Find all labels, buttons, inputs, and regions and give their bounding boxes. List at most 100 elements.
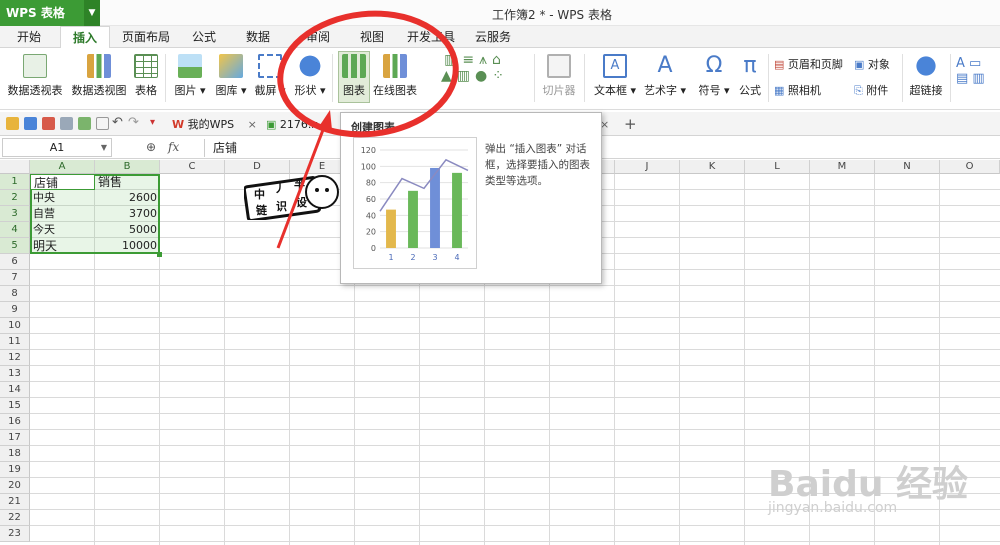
row-header[interactable]: 2: [0, 190, 30, 206]
undo-icon[interactable]: ↶: [112, 116, 125, 130]
column-header[interactable]: J: [615, 160, 680, 174]
column-header[interactable]: B: [95, 160, 160, 174]
column-header[interactable]: M: [810, 160, 875, 174]
row-header[interactable]: 9: [0, 302, 30, 318]
cell-b4[interactable]: 5000: [95, 222, 160, 238]
screenshot-button[interactable]: 截屏 ▾: [252, 52, 288, 98]
customize-arrow-icon[interactable]: ▾: [150, 117, 163, 130]
wordart-button[interactable]: A 艺术字 ▾: [642, 52, 688, 98]
column-header[interactable]: C: [160, 160, 225, 174]
pivot-chart-button[interactable]: 数据透视图: [70, 52, 128, 98]
tab-my-wps[interactable]: W 我的WPS ×: [168, 115, 261, 134]
row-header[interactable]: 7: [0, 270, 30, 286]
row-header[interactable]: 6: [0, 254, 30, 270]
hyperlink-button[interactable]: 超链接: [906, 52, 946, 98]
cell-a5[interactable]: 明天: [30, 238, 95, 254]
fx-icon[interactable]: fx: [168, 140, 179, 154]
camera-button[interactable]: ▦ 照相机: [774, 82, 844, 98]
print-icon[interactable]: [60, 117, 73, 130]
tab-developer[interactable]: 开发工具: [400, 26, 462, 48]
online-chart-label: 在线图表: [373, 84, 417, 97]
sticker-image: 中 丿 半 链 识 设: [244, 175, 339, 220]
row-header[interactable]: 16: [0, 414, 30, 430]
sticker-char: 设: [296, 195, 308, 209]
row-header[interactable]: 23: [0, 526, 30, 542]
row-header[interactable]: 22: [0, 510, 30, 526]
object-button[interactable]: ▣ 对象: [854, 56, 898, 72]
more-insert-tools[interactable]: A ▭ ▤ ▥: [956, 56, 1000, 86]
cell-a2[interactable]: 中央: [30, 190, 95, 206]
zoom-search-icon[interactable]: ⊕: [146, 140, 156, 154]
close-icon[interactable]: ×: [248, 118, 257, 131]
shapes-button[interactable]: 形状 ▾: [292, 52, 328, 98]
chart-type-gallery[interactable]: ▥≡⩚⌂ ▲▥●⁘: [420, 52, 530, 100]
tab-workbook[interactable]: ▣ 2176.x: [262, 115, 322, 134]
chart-type-icons-row1: ▥≡⩚⌂: [444, 52, 506, 68]
cell-a4[interactable]: 今天: [30, 222, 95, 238]
tab-home[interactable]: 开始: [6, 26, 52, 48]
print-preview-icon[interactable]: [78, 117, 91, 130]
table-button[interactable]: 表格: [132, 52, 160, 98]
row-header[interactable]: 19: [0, 462, 30, 478]
formula-button[interactable]: π 公式: [736, 52, 764, 98]
open-folder-icon[interactable]: [6, 117, 19, 130]
row-header[interactable]: 3: [0, 206, 30, 222]
gallery-button[interactable]: 图库 ▾: [212, 52, 250, 98]
row-header[interactable]: 13: [0, 366, 30, 382]
format-painter-icon[interactable]: [96, 117, 109, 130]
header-footer-icon: ▤: [774, 58, 788, 71]
formula-input[interactable]: 店铺: [204, 139, 1000, 157]
object-label: 对象: [867, 58, 890, 71]
row-header[interactable]: 5: [0, 238, 30, 254]
row-header[interactable]: 18: [0, 446, 30, 462]
cell-b5[interactable]: 10000: [95, 238, 160, 254]
row-header[interactable]: 15: [0, 398, 30, 414]
textbox-button[interactable]: A 文本框 ▾: [592, 52, 638, 98]
picture-button[interactable]: 图片 ▾: [172, 52, 208, 98]
table-label: 表格: [135, 84, 157, 97]
column-header[interactable]: K: [680, 160, 745, 174]
tab-review[interactable]: 审阅: [296, 26, 340, 48]
save-icon[interactable]: [24, 117, 37, 130]
chevron-down-icon[interactable]: ▼: [84, 0, 100, 26]
cell-a1[interactable]: 店铺: [30, 174, 95, 190]
row-header[interactable]: 12: [0, 350, 30, 366]
row-header[interactable]: 8: [0, 286, 30, 302]
tab-data[interactable]: 数据: [236, 26, 280, 48]
tab-cloud[interactable]: 云服务: [466, 26, 520, 48]
row-header[interactable]: 4: [0, 222, 30, 238]
header-footer-button[interactable]: ▤ 页眉和页脚: [774, 56, 856, 72]
select-all-corner[interactable]: [0, 160, 30, 174]
chart-button[interactable]: 图表: [338, 51, 370, 103]
name-box[interactable]: A1 ▼: [2, 138, 112, 157]
column-header[interactable]: O: [940, 160, 1000, 174]
attachment-button[interactable]: ⎘ 附件: [854, 82, 898, 98]
row-header[interactable]: 11: [0, 334, 30, 350]
cell-a3[interactable]: 自营: [30, 206, 95, 222]
row-header[interactable]: 21: [0, 494, 30, 510]
row-header[interactable]: 17: [0, 430, 30, 446]
row-header[interactable]: 20: [0, 478, 30, 494]
fill-handle[interactable]: [157, 252, 162, 257]
cell-b2[interactable]: 2600: [95, 190, 160, 206]
column-header[interactable]: N: [875, 160, 940, 174]
tab-insert[interactable]: 插入: [60, 26, 110, 49]
export-pdf-icon[interactable]: [42, 117, 55, 130]
row-header[interactable]: 1: [0, 174, 30, 190]
new-tab-plus-icon[interactable]: +: [620, 115, 641, 134]
tab-formulas[interactable]: 公式: [182, 26, 226, 48]
column-header[interactable]: A: [30, 160, 95, 174]
tab-page-layout[interactable]: 页面布局: [118, 26, 174, 48]
pivot-table-button[interactable]: 数据透视表: [4, 52, 66, 98]
redo-icon[interactable]: ↷: [128, 116, 141, 130]
tab-view[interactable]: 视图: [350, 26, 394, 48]
cell-b1[interactable]: 销售: [95, 174, 160, 190]
online-chart-button[interactable]: 在线图表: [372, 52, 418, 98]
cell-b3[interactable]: 3700: [95, 206, 160, 222]
row-header[interactable]: 10: [0, 318, 30, 334]
wps-menu-button[interactable]: WPS 表格 ▼: [0, 0, 100, 26]
slicer-button[interactable]: 切片器: [540, 52, 578, 98]
row-header[interactable]: 14: [0, 382, 30, 398]
symbol-button[interactable]: Ω 符号 ▾: [696, 52, 732, 98]
column-header[interactable]: L: [745, 160, 810, 174]
